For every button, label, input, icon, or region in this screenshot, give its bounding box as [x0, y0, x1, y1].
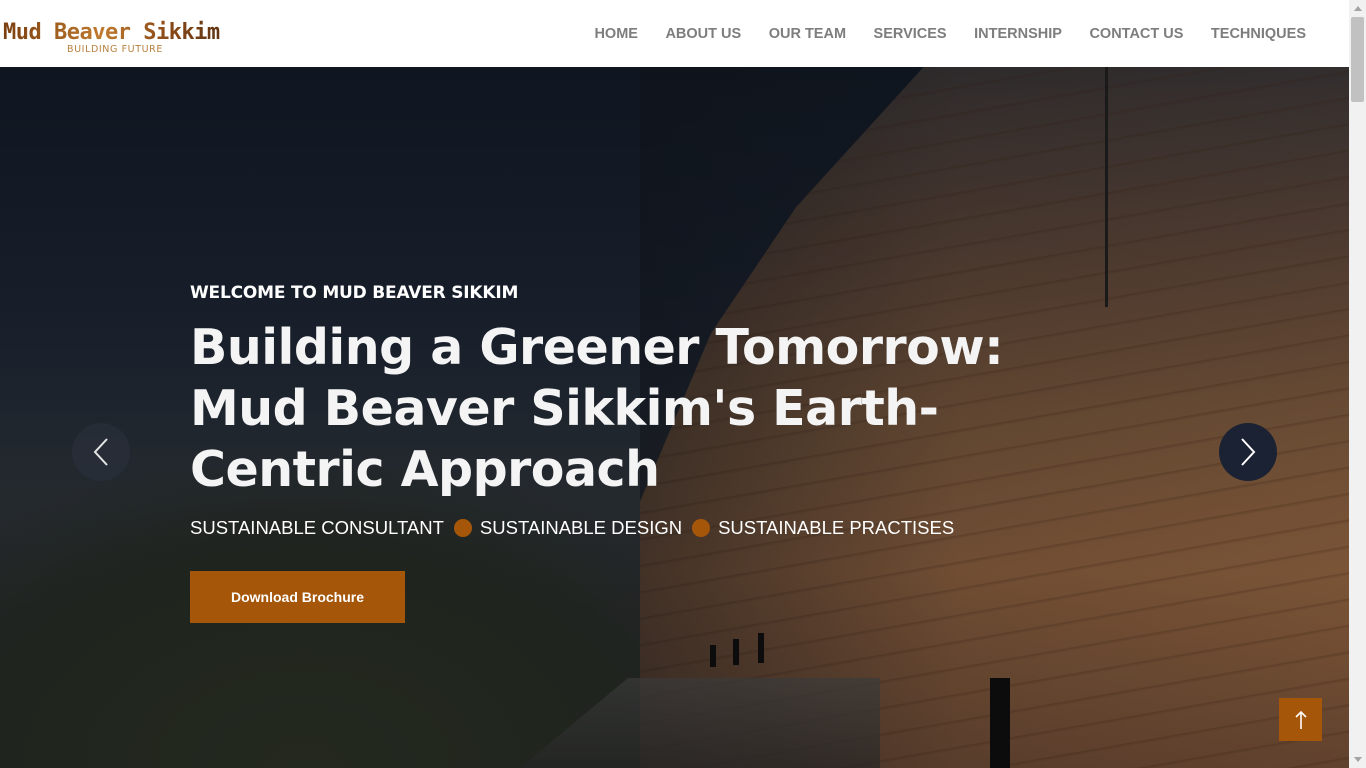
logo-title: Mud Beaver Sikkim: [3, 20, 223, 46]
hero-tag: SUSTAINABLE DESIGN: [479, 517, 683, 538]
chevron-right-icon: [1241, 438, 1256, 466]
nav-item-internship[interactable]: INTERNSHIP: [974, 26, 1062, 42]
hero-tag: SUSTAINABLE PRACTISES: [718, 517, 955, 538]
wall-window-slit: [1105, 67, 1108, 307]
arrow-up-icon: [1294, 710, 1307, 729]
site-header: Mud Beaver Sikkim BUILDING FUTURE HOME A…: [0, 0, 1349, 67]
hero-tag: SUSTAINABLE CONSULTANT: [190, 517, 444, 538]
nav-item-home[interactable]: HOME: [594, 26, 638, 42]
main-nav: HOME ABOUT US OUR TEAM SERVICES INTERNSH…: [567, 0, 1306, 67]
back-to-top-button[interactable]: [1279, 698, 1322, 741]
wall-window-slit: [733, 639, 739, 665]
scroll-up-arrow-icon[interactable]: [1349, 0, 1366, 17]
nav-item-our-team[interactable]: OUR TEAM: [769, 26, 846, 42]
wall-window-slit: [990, 678, 1010, 768]
hero-carousel: WELCOME TO MUD BEAVER SIKKIM Building a …: [0, 67, 1349, 768]
logo-subtitle: BUILDING FUTURE: [67, 44, 163, 55]
wall-window-slit: [758, 633, 764, 663]
nav-item-techniques[interactable]: TECHNIQUES: [1211, 26, 1306, 42]
carousel-prev-button[interactable]: [72, 423, 130, 481]
tag-separator-dot-icon: [692, 519, 711, 537]
hero-headline: Building a Greener Tomorrow: Mud Beaver …: [190, 319, 1004, 498]
hero-tags: SUSTAINABLE CONSULTANT SUSTAINABLE DESIG…: [190, 517, 954, 539]
scroll-down-arrow-icon[interactable]: [1349, 751, 1366, 768]
chevron-left-icon: [93, 438, 108, 466]
nav-item-contact-us[interactable]: CONTACT US: [1089, 26, 1183, 42]
nav-item-about-us[interactable]: ABOUT US: [665, 26, 741, 42]
site-logo[interactable]: Mud Beaver Sikkim BUILDING FUTURE: [3, 20, 223, 58]
page-scrollbar[interactable]: [1349, 0, 1366, 768]
wall-window-slit: [710, 645, 716, 667]
hero-welcome-text: WELCOME TO MUD BEAVER SIKKIM: [190, 283, 519, 303]
scrollbar-thumb[interactable]: [1351, 17, 1364, 102]
nav-item-services[interactable]: SERVICES: [874, 26, 947, 42]
tag-separator-dot-icon: [453, 519, 472, 537]
download-brochure-button[interactable]: Download Brochure: [190, 571, 405, 623]
carousel-next-button[interactable]: [1219, 423, 1277, 481]
